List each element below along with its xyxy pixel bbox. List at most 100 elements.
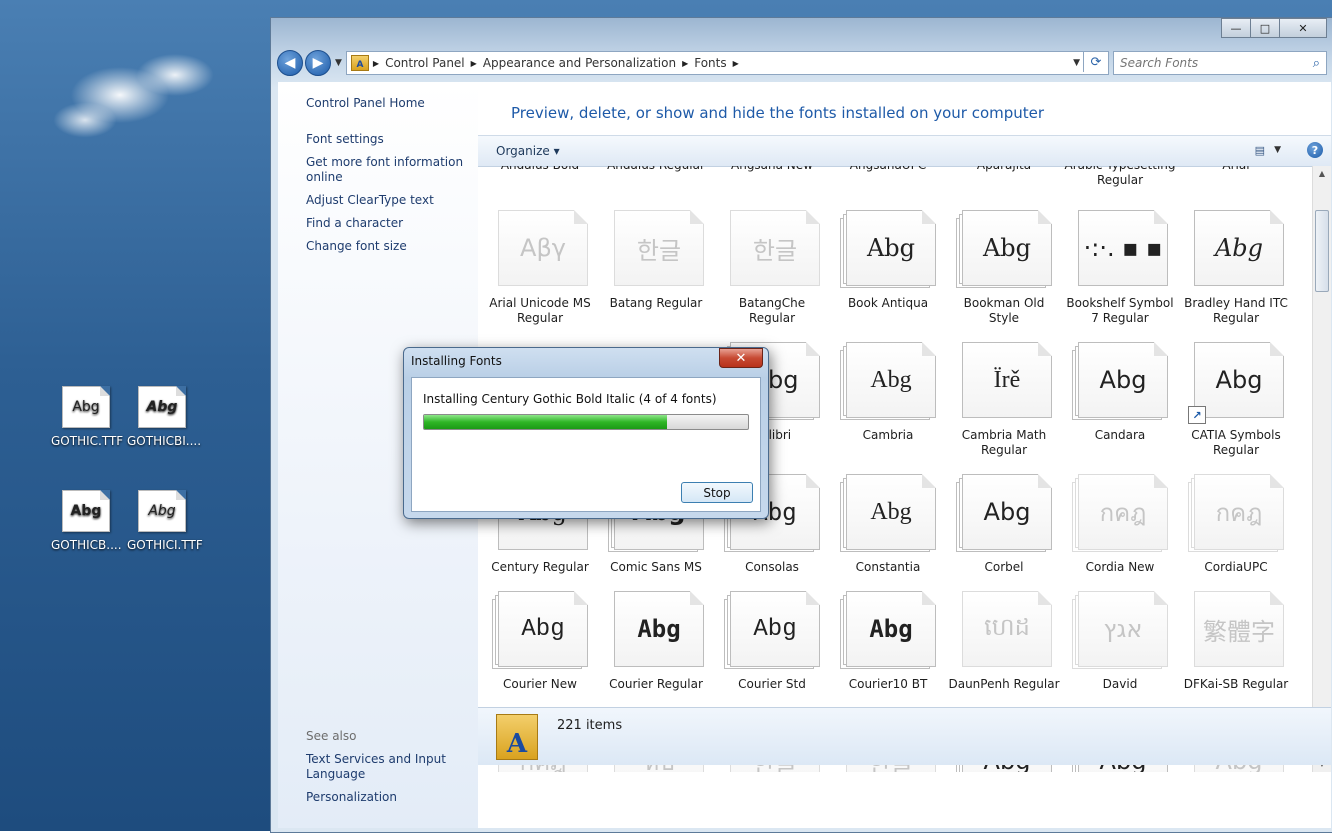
organize-button[interactable]: Organize ▾ bbox=[496, 144, 560, 158]
font-item[interactable]: Abg Courier Std bbox=[716, 589, 828, 692]
font-preview-sample: Ïrě bbox=[962, 342, 1052, 418]
font-item-label[interactable]: Arabic Typesetting Regular bbox=[1064, 166, 1176, 188]
desktop-file-label: GOTHIC.TTF bbox=[51, 434, 124, 448]
font-item[interactable]: 繁體字 DFKai-SB Regular bbox=[1180, 589, 1292, 692]
search-icon[interactable]: ⌕ bbox=[1313, 56, 1320, 71]
font-item[interactable]: אגץ David bbox=[1064, 589, 1176, 692]
font-item[interactable]: Abg Bradley Hand ITC Regular bbox=[1180, 208, 1292, 326]
help-icon[interactable]: ? bbox=[1307, 142, 1323, 158]
font-item[interactable]: Abg Courier Regular bbox=[600, 589, 712, 692]
font-item[interactable]: Abg Book Antiqua bbox=[832, 208, 944, 311]
font-item[interactable]: Abg Courier10 BT bbox=[832, 589, 944, 692]
font-file-icon: Abg bbox=[62, 386, 110, 428]
font-preview-icon: Abg bbox=[956, 472, 1052, 552]
forward-button[interactable]: ▶ bbox=[305, 50, 331, 76]
font-preview-icon: Abg bbox=[724, 589, 820, 669]
font-item-label[interactable]: AngsanaUPC bbox=[832, 166, 944, 173]
font-item-label: CordiaUPC bbox=[1204, 560, 1268, 574]
control-panel-home-link[interactable]: Control Panel Home bbox=[306, 96, 425, 111]
font-item[interactable]: 한글 BatangChe Regular bbox=[716, 208, 828, 326]
breadcrumb-control-panel[interactable]: Control Panel bbox=[385, 56, 465, 70]
cleartype-link[interactable]: Adjust ClearType text bbox=[306, 193, 434, 208]
font-preview-sample: Abg bbox=[1194, 342, 1284, 418]
font-preview-icon: กคฎ bbox=[1072, 472, 1168, 552]
breadcrumb-separator-icon[interactable]: ▶ bbox=[733, 59, 739, 68]
font-preview-icon: Abg bbox=[956, 208, 1052, 288]
recent-pages-dropdown-icon[interactable]: ▼ bbox=[335, 58, 342, 68]
font-item-label[interactable]: Andalus Bold bbox=[484, 166, 596, 173]
text-services-link[interactable]: Text Services and Input Language bbox=[306, 752, 446, 782]
font-item[interactable]: Abg ↗ CATIA Symbols Regular bbox=[1180, 340, 1292, 458]
refresh-icon[interactable]: ⟳ bbox=[1083, 52, 1108, 72]
font-item[interactable]: กคฎ Cordia New bbox=[1064, 472, 1176, 575]
font-preview-icon: Ïrě bbox=[956, 340, 1052, 420]
font-item-label: Courier New bbox=[503, 677, 577, 691]
address-bar[interactable]: A ▶ Control Panel ▶ Appearance and Perso… bbox=[345, 51, 1109, 75]
font-preview-icon: ហេដ bbox=[956, 589, 1052, 669]
font-item[interactable]: กคฎ CordiaUPC bbox=[1180, 472, 1292, 575]
font-item[interactable]: Abg Candara bbox=[1064, 340, 1176, 443]
change-view-icon[interactable]: ▤ bbox=[1255, 144, 1265, 157]
maximize-button[interactable]: □ bbox=[1250, 18, 1280, 38]
font-settings-link[interactable]: Font settings bbox=[306, 132, 384, 147]
desktop-file-gothicbi[interactable]: Abg GOTHICBI.... bbox=[127, 386, 201, 448]
install-progress-bar bbox=[423, 414, 749, 430]
desktop-file-gothici[interactable]: Abg GOTHICI.TTF bbox=[127, 490, 203, 552]
font-item-label: Arial Unicode MS Regular bbox=[489, 296, 591, 325]
desktop-file-gothicb[interactable]: Abg GOTHICB.... bbox=[51, 490, 122, 552]
change-font-size-link[interactable]: Change font size bbox=[306, 239, 407, 254]
font-preview-sample: ហេដ bbox=[962, 591, 1052, 667]
more-font-info-link[interactable]: Get more font information online bbox=[306, 155, 466, 185]
font-preview-sample: กคฎ bbox=[1078, 474, 1168, 550]
scroll-thumb[interactable] bbox=[1315, 210, 1329, 292]
font-item[interactable]: Abg Bookman Old Style bbox=[948, 208, 1060, 326]
find-character-link[interactable]: Find a character bbox=[306, 216, 403, 231]
breadcrumb-fonts[interactable]: Fonts bbox=[694, 56, 726, 70]
font-item-label: Cordia New bbox=[1085, 560, 1155, 574]
install-status-text: Installing Century Gothic Bold Italic (4… bbox=[423, 392, 717, 406]
font-item-label: Courier Std bbox=[738, 677, 806, 691]
font-file-icon: Abg bbox=[138, 490, 186, 532]
font-preview-sample: Abg bbox=[730, 591, 820, 667]
font-item[interactable]: ហេដ DaunPenh Regular bbox=[948, 589, 1060, 692]
close-button[interactable]: ✕ bbox=[1279, 18, 1327, 38]
font-item[interactable]: ·:·. ▪ ▪ Bookshelf Symbol 7 Regular bbox=[1064, 208, 1176, 326]
font-item[interactable]: Abg Courier New bbox=[484, 589, 596, 692]
vertical-scrollbar[interactable]: ▲ ▼ bbox=[1312, 166, 1331, 772]
font-item-label[interactable]: Aparajita bbox=[948, 166, 1060, 173]
font-item[interactable]: 한글 Batang Regular bbox=[600, 208, 712, 311]
view-dropdown-icon[interactable]: ▼ bbox=[1274, 145, 1281, 155]
font-item-label: Bradley Hand ITC Regular bbox=[1184, 296, 1288, 325]
font-preview-icon: Aβγ bbox=[492, 208, 588, 288]
breadcrumb-separator-icon[interactable]: ▶ bbox=[682, 59, 688, 68]
breadcrumb-separator-icon[interactable]: ▶ bbox=[471, 59, 477, 68]
font-item[interactable]: Abg Cambria bbox=[832, 340, 944, 443]
breadcrumb-appearance[interactable]: Appearance and Personalization bbox=[483, 56, 676, 70]
font-item[interactable]: Ïrě Cambria Math Regular bbox=[948, 340, 1060, 458]
breadcrumb-separator-icon[interactable]: ▶ bbox=[373, 59, 379, 68]
address-dropdown-icon[interactable]: ▼ bbox=[1073, 58, 1080, 68]
desktop-file-gothic[interactable]: Abg GOTHIC.TTF bbox=[51, 386, 124, 448]
font-item-label: Courier Regular bbox=[609, 677, 703, 691]
font-preview-sample: Abg bbox=[846, 210, 936, 286]
font-item-label[interactable]: Arial bbox=[1180, 166, 1292, 173]
font-item[interactable]: Abg Corbel bbox=[948, 472, 1060, 575]
dialog-close-button[interactable]: ✕ bbox=[719, 348, 763, 368]
font-item-label[interactable]: Andalus Regular bbox=[600, 166, 712, 173]
scroll-up-icon[interactable]: ▲ bbox=[1313, 166, 1331, 182]
search-input[interactable] bbox=[1118, 55, 1302, 71]
back-button[interactable]: ◀ bbox=[277, 50, 303, 76]
font-item-label: Candara bbox=[1094, 428, 1146, 442]
font-preview-icon: 한글 bbox=[608, 208, 704, 288]
personalization-link[interactable]: Personalization bbox=[306, 790, 397, 805]
font-item[interactable]: Abg Constantia bbox=[832, 472, 944, 575]
font-item[interactable]: Aβγ Arial Unicode MS Regular bbox=[484, 208, 596, 326]
font-preview-icon: Abg bbox=[1188, 208, 1284, 288]
font-preview-sample: Abg bbox=[962, 210, 1052, 286]
font-preview-sample: 한글 bbox=[730, 210, 820, 286]
stop-button[interactable]: Stop bbox=[681, 482, 753, 503]
minimize-button[interactable]: — bbox=[1221, 18, 1251, 38]
search-box[interactable]: ⌕ bbox=[1113, 51, 1327, 75]
font-item-label[interactable]: Angsana New bbox=[716, 166, 828, 173]
shortcut-arrow-icon: ↗ bbox=[1188, 406, 1206, 424]
